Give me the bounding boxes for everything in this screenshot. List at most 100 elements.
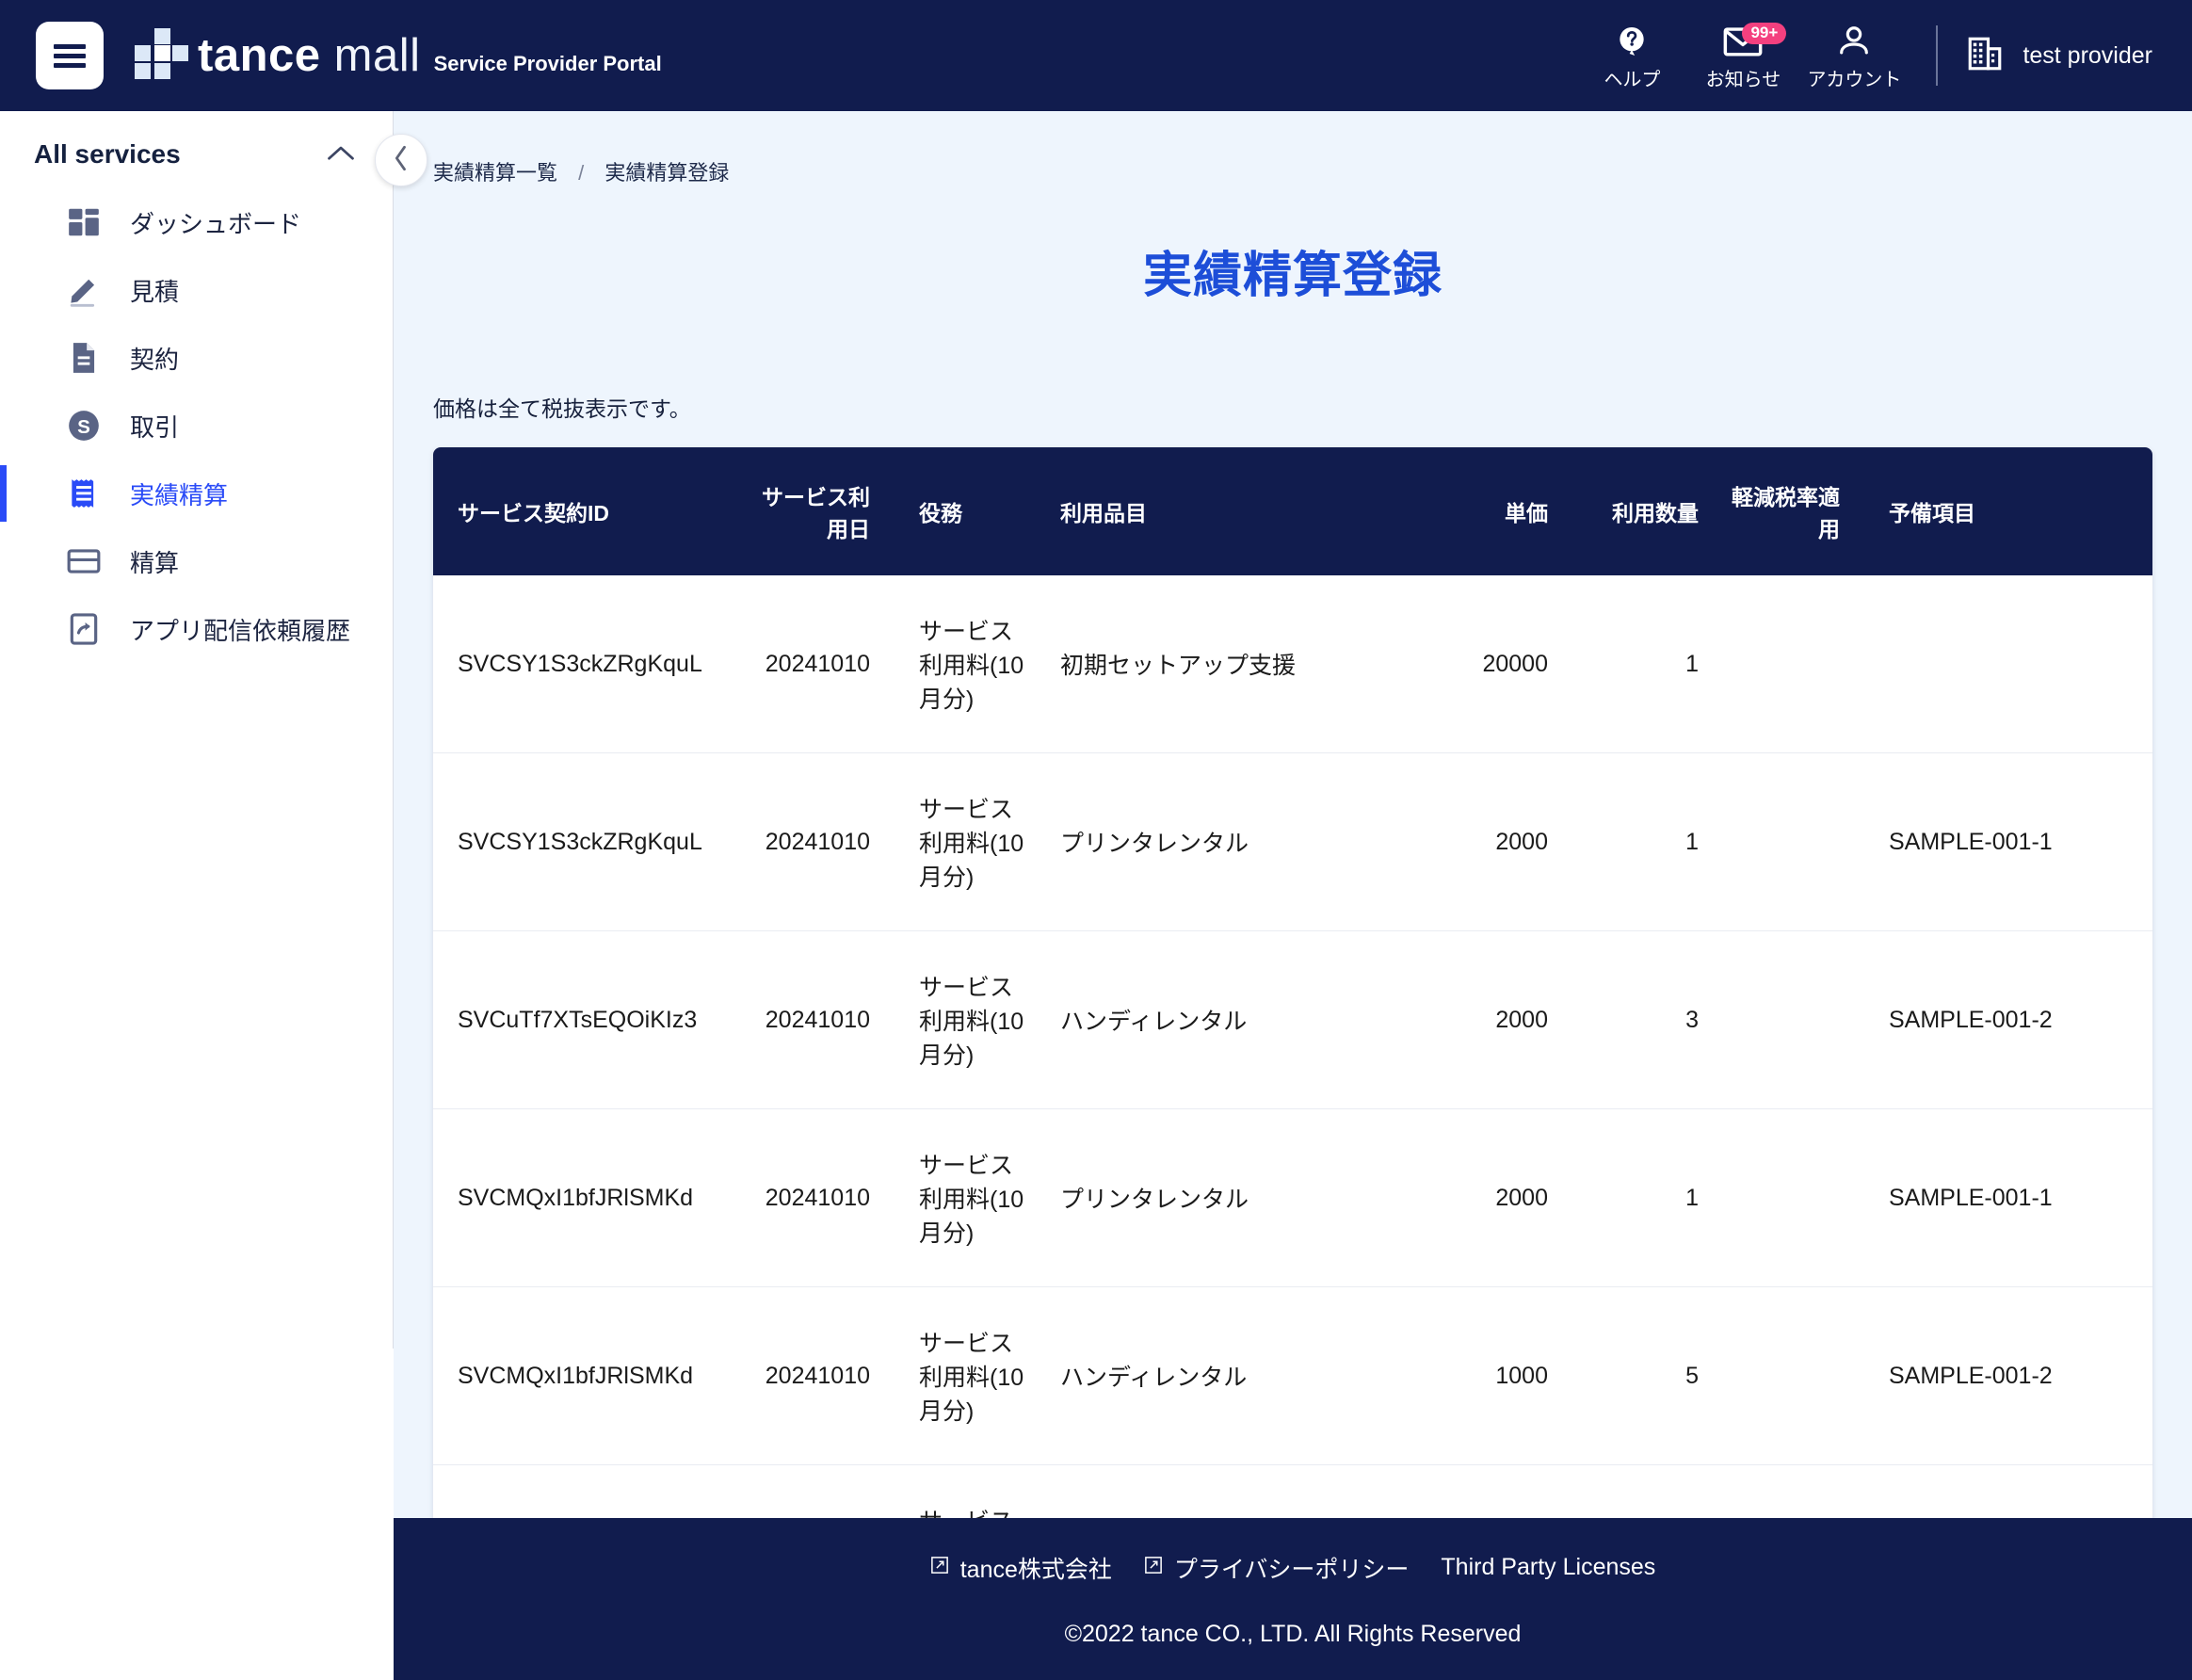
cell-quantity: 1 <box>1572 575 1723 753</box>
cell-spare: SAMPLE-001-1 <box>1864 752 2152 931</box>
cell-usage-date: 20241010 <box>744 752 895 931</box>
cell-unit-price: 2000 <box>1431 1108 1572 1287</box>
cell-spare: SAMPLE-001-2 <box>1864 930 2152 1109</box>
header-account-button[interactable]: アカウント <box>1798 21 1910 91</box>
cell-item: ハンディレンタル <box>1036 1286 1431 1465</box>
header-divider <box>1936 25 1939 86</box>
cell-item: ハンディレンタル <box>1036 930 1431 1109</box>
table-head: サービス契約ID サービス利用日 役務 利用品目 単価 利用数量 軽減税率適用 … <box>433 447 2152 575</box>
cell-unit-price: 20000 <box>1431 1465 1572 1519</box>
brand-subtitle: Service Provider Portal <box>433 51 662 75</box>
sidebar-title: All services <box>34 139 181 169</box>
provider-switcher[interactable]: test provider <box>1964 34 2152 78</box>
cell-role: サービス利用料(10月分) <box>895 1108 1036 1287</box>
external-link-icon <box>930 1554 949 1581</box>
external-link-icon <box>1144 1554 1163 1581</box>
building-icon <box>1964 34 2006 78</box>
app-footer: tance株式会社 プライバシーポリシー Third Party License… <box>394 1518 2192 1680</box>
provider-name: test provider <box>2023 41 2152 69</box>
sidebar-item-app-delivery-history[interactable]: アプリ配信依頼履歴 <box>0 595 393 663</box>
coin-icon: S <box>66 408 109 444</box>
help-icon <box>1614 21 1650 62</box>
cell-reduced-tax <box>1723 930 1864 1109</box>
brand-name-light: mall <box>333 29 421 81</box>
sidebar-header[interactable]: All services <box>0 111 393 188</box>
footer-copyright: ©2022 tance CO., LTD. All Rights Reserve… <box>1064 1620 1522 1647</box>
sidebar-item-dashboard[interactable]: ダッシュボード <box>0 188 393 256</box>
header-notifications-button[interactable]: 99+ お知らせ <box>1687 21 1798 91</box>
header-help-label: ヘルプ <box>1604 69 1661 90</box>
header-actions: ヘルプ 99+ お知らせ アカウント test provider <box>1576 0 2192 111</box>
sidebar-item-label: 取引 <box>130 412 180 442</box>
footer-link-third-party-licenses[interactable]: Third Party Licenses <box>1441 1554 1655 1581</box>
table-body: SVCSY1S3ckZRgKquL 20241010 サービス利用料(10月分) 初期… <box>433 575 2152 1518</box>
cell-reduced-tax <box>1723 1286 1864 1465</box>
cell-spare <box>1864 575 2152 753</box>
cell-quantity: 1 <box>1572 1108 1723 1287</box>
svg-text:S: S <box>77 416 90 438</box>
sidebar-item-actual-settlement[interactable]: 実績精算 <box>0 460 393 527</box>
sidebar-item-label: 実績精算 <box>130 480 229 509</box>
chevron-up-icon[interactable] <box>327 144 355 166</box>
hamburger-menu-button[interactable] <box>36 22 104 89</box>
cell-item: 初期セットアップ支援 <box>1036 575 1431 753</box>
sidebar-item-label: ダッシュボード <box>130 209 302 238</box>
document-icon <box>66 340 109 376</box>
sidebar-item-settlement[interactable]: 精算 <box>0 527 393 595</box>
th-usage-date: サービス利用日 <box>744 447 895 575</box>
page-title: 実績精算登録 <box>1142 249 1443 303</box>
sidebar-item-label: 契約 <box>130 345 180 374</box>
th-role: 役務 <box>895 447 1036 575</box>
cell-role: サービス利用料(10月分) <box>895 1465 1036 1518</box>
footer-link-privacy[interactable]: プライバシーポリシー <box>1144 1551 1409 1585</box>
breadcrumb-parent-link[interactable]: 実績精算一覧 <box>433 161 557 185</box>
th-quantity: 利用数量 <box>1572 447 1723 575</box>
cell-quantity: 5 <box>1572 1286 1723 1465</box>
pencil-icon <box>66 272 109 308</box>
cell-usage-date: 20241010 <box>744 1108 895 1287</box>
cell-usage-date: 20241010 <box>744 930 895 1109</box>
breadcrumb-separator: / <box>578 161 585 185</box>
th-reduced-tax: 軽減税率適用 <box>1723 447 1864 575</box>
cell-item: プリンタレンタル <box>1036 752 1431 931</box>
table-row: SVCSY1S3ckZRgKquL 20241010 サービス利用料(10月分) 初期… <box>433 575 2152 753</box>
notification-badge: 99+ <box>1742 22 1787 45</box>
cell-reduced-tax <box>1723 752 1864 931</box>
sidebar-collapse-button[interactable] <box>375 134 427 186</box>
chevron-left-icon <box>390 145 412 176</box>
footer-link-label: tance株式会社 <box>959 1556 1112 1583</box>
cell-item: プリンタレンタル <box>1036 1108 1431 1287</box>
sidebar-item-contract[interactable]: 契約 <box>0 324 393 392</box>
th-spare: 予備項目 <box>1864 447 2152 575</box>
th-contract-id: サービス契約ID <box>433 447 744 575</box>
sidebar-item-label: 見積 <box>130 277 180 306</box>
dashboard-icon <box>66 204 109 240</box>
header-help-button[interactable]: ヘルプ <box>1576 21 1687 91</box>
sidebar-item-transaction[interactable]: S 取引 <box>0 392 393 460</box>
sidebar-item-label: 精算 <box>130 548 180 577</box>
settlement-table-card: サービス契約ID サービス利用日 役務 利用品目 単価 利用数量 軽減税率適用 … <box>433 447 2152 1518</box>
app-root: tance mall Service Provider Portal ヘルプ 9… <box>0 0 2192 1680</box>
breadcrumb: 実績精算一覧 / 実績精算登録 <box>394 111 2192 186</box>
cell-role: サービス利用料(10月分) <box>895 1286 1036 1465</box>
cell-spare <box>1864 1465 2152 1519</box>
table-header-row: サービス契約ID サービス利用日 役務 利用品目 単価 利用数量 軽減税率適用 … <box>433 447 2152 575</box>
main-content: 実績精算一覧 / 実績精算登録 実績精算登録 価格は全て税抜表示です。 サービス… <box>394 111 2192 1518</box>
cell-spare: SAMPLE-001-2 <box>1864 1286 2152 1465</box>
cell-reduced-tax <box>1723 575 1864 753</box>
app-share-icon <box>66 611 109 647</box>
cell-reduced-tax <box>1723 1465 1864 1519</box>
brand-name-bold: tance <box>198 29 321 81</box>
brand-logo[interactable]: tance mall Service Provider Portal <box>130 24 662 87</box>
cell-usage-date: 20241010 <box>744 1465 895 1519</box>
cell-role: サービス利用料(10月分) <box>895 752 1036 931</box>
cell-contract-id: SVCMQxI1bfJRlSMKd <box>433 1286 744 1465</box>
footer-link-label: Third Party Licenses <box>1441 1554 1656 1580</box>
cell-quantity: 3 <box>1572 930 1723 1109</box>
cell-item: 保守訪問サポート <box>1036 1465 1431 1519</box>
footer-link-company[interactable]: tance株式会社 <box>930 1551 1112 1585</box>
cell-contract-id: SVCMQxI1bfJRlSMKd <box>433 1465 744 1519</box>
sidebar-item-label: アプリ配信依頼履歴 <box>130 616 351 645</box>
table-row: SVCMQxI1bfJRlSMKd 20241010 サービス利用料(10月分) プリ… <box>433 1108 2152 1287</box>
sidebar-item-quotation[interactable]: 見積 <box>0 256 393 324</box>
